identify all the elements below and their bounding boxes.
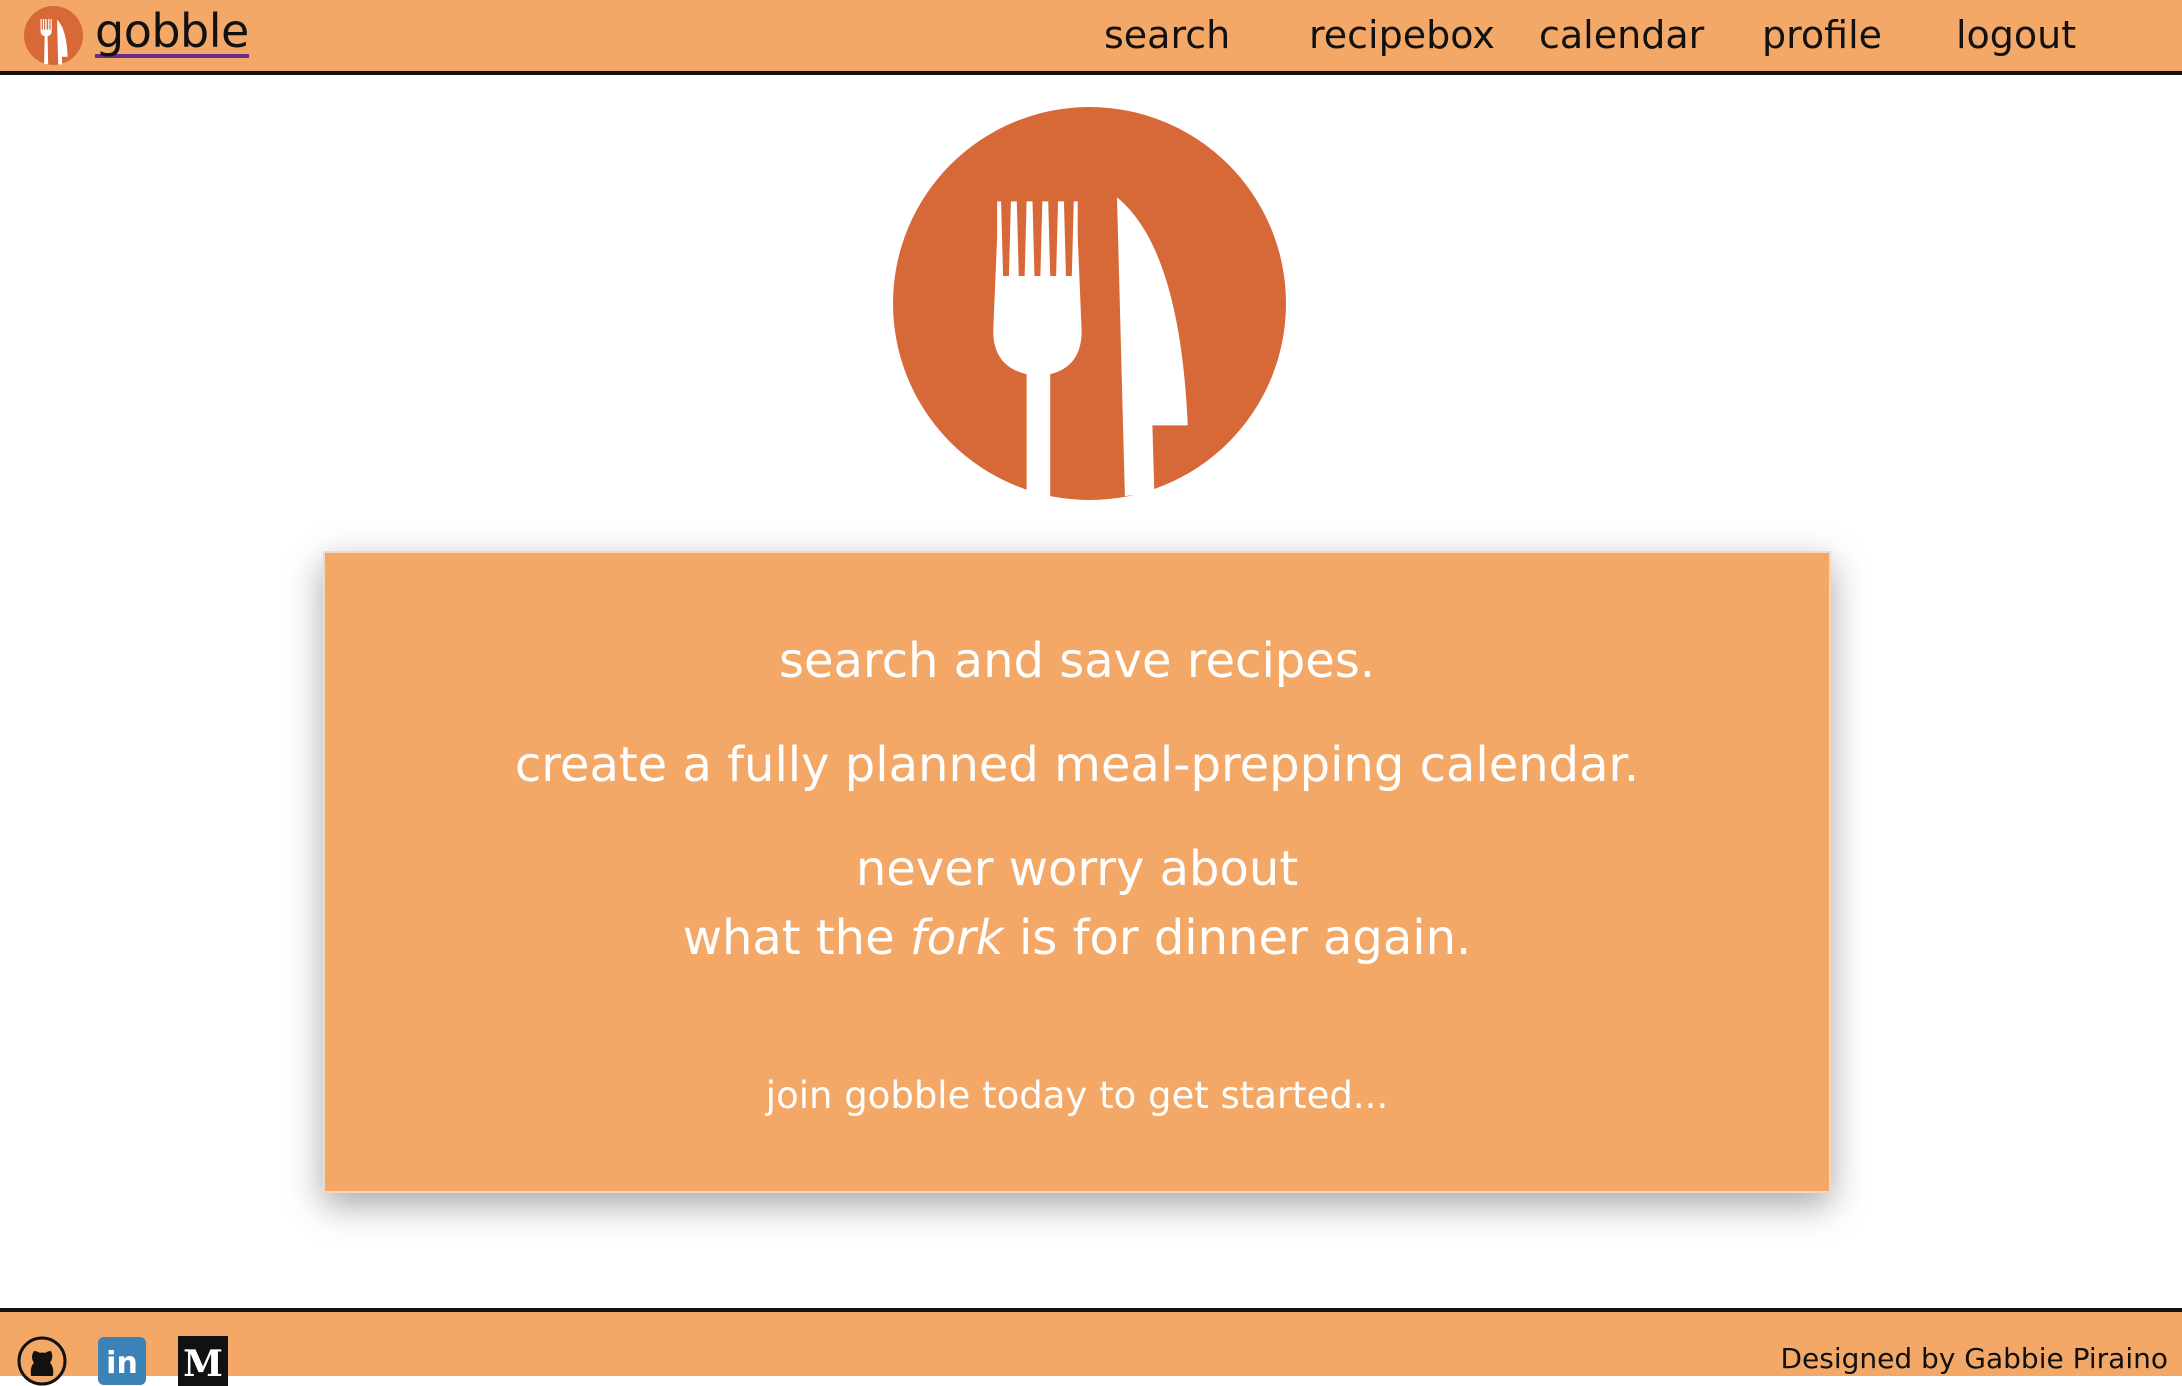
github-icon[interactable] xyxy=(16,1336,68,1386)
nav-recipebox[interactable]: recipebox xyxy=(1309,10,1495,60)
tagline-calendar: create a fully planned meal-prepping cal… xyxy=(514,737,1640,793)
intro-card: search and save recipes. create a fully … xyxy=(323,551,1831,1193)
tagline-fork: what the fork is for dinner again. xyxy=(325,908,1829,968)
medium-icon[interactable]: M xyxy=(177,1336,229,1386)
tagline-fork-emphasis: fork xyxy=(909,910,1004,966)
medium-icon-letter: M xyxy=(183,1343,223,1385)
tagline-worry: never worry about xyxy=(855,841,1299,897)
nav-calendar[interactable]: calendar xyxy=(1539,10,1704,60)
tagline-search: search and save recipes. xyxy=(778,633,1376,689)
tagline-fork-after: is for dinner again. xyxy=(1018,910,1472,966)
brand-home-link[interactable]: gobble xyxy=(24,4,249,66)
linkedin-icon[interactable]: in xyxy=(96,1336,148,1386)
top-nav-bar: gobble search recipebox calendar profile… xyxy=(0,0,2182,75)
designer-credit: Designed by Gabbie Piraino xyxy=(1780,1342,2168,1375)
nav-search[interactable]: search xyxy=(1104,10,1230,60)
fork-and-knife-logo-icon xyxy=(24,5,83,65)
fork-and-knife-logo-icon xyxy=(893,107,1286,500)
tagline-fork-before: what the xyxy=(682,910,895,966)
join-cta-text: join gobble today to get started... xyxy=(765,1074,1389,1117)
footer-bar: in M Designed by Gabbie Piraino xyxy=(0,1308,2182,1386)
brand-name: gobble xyxy=(95,4,249,58)
nav-logout[interactable]: logout xyxy=(1956,10,2076,60)
nav-profile[interactable]: profile xyxy=(1762,10,1882,60)
